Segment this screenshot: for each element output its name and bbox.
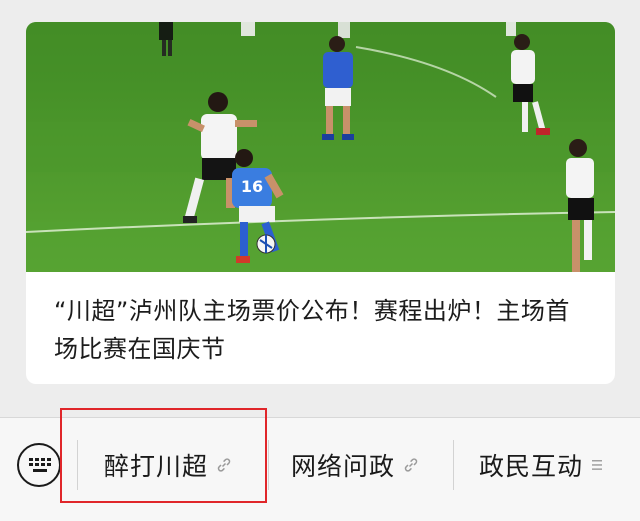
menu-item-wangluowenzheng[interactable]: 网络问政 <box>291 446 419 484</box>
article-card[interactable]: 16 “川超”泸州队主场票价公布！赛程出炉！主场首场比赛在国庆节 <box>26 22 615 384</box>
submenu-icon <box>591 458 603 472</box>
highlight-box <box>60 408 267 503</box>
menu-item-zhengminhudong[interactable]: 政民互动 <box>479 446 603 484</box>
menu-divider <box>268 440 269 490</box>
jersey-number: 16 <box>241 177 263 196</box>
article-cover-image: 16 <box>26 22 615 272</box>
article-headline[interactable]: “川超”泸州队主场票价公布！赛程出炉！主场首场比赛在国庆节 <box>54 292 594 368</box>
menu-divider <box>453 440 454 490</box>
keyboard-toggle-button[interactable] <box>17 443 61 487</box>
menu-item-label: 政民互动 <box>479 452 584 481</box>
keyboard-icon <box>29 458 51 472</box>
link-icon <box>403 457 419 473</box>
menu-item-label: 网络问政 <box>291 452 396 481</box>
